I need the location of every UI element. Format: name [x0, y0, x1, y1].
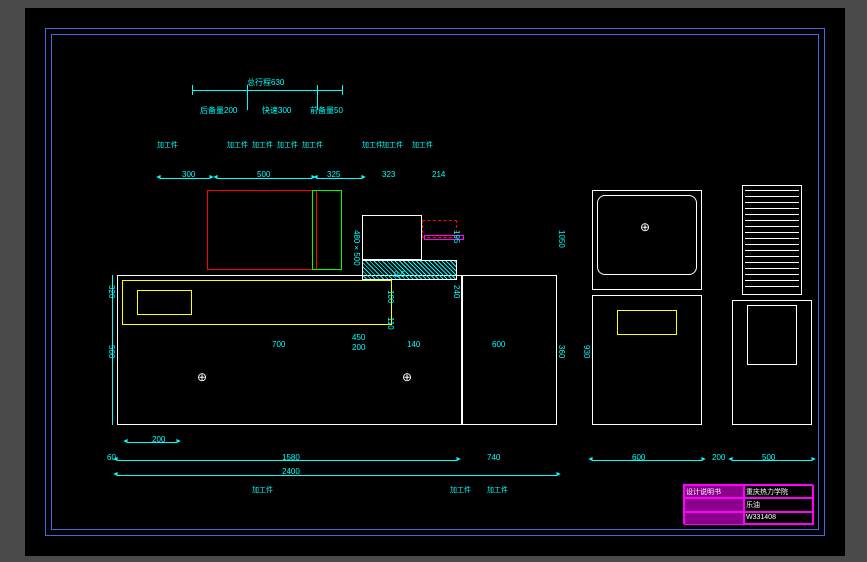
stroke-seg2: 快速300 — [262, 105, 291, 116]
stroke-title: 总行程630 — [247, 77, 284, 88]
dim-480x500: 480×500 — [352, 230, 361, 266]
drawing-frame-outer: 总行程630 后备量200 快速300 前备量50 加工件 加工件 加工件 加工… — [45, 28, 825, 536]
motor-housing — [207, 190, 317, 270]
dim-1050: 1050 — [557, 230, 566, 248]
tick — [247, 85, 248, 110]
stroke-seg1: 后备量200 — [200, 105, 237, 116]
label: 加工件 — [252, 140, 273, 150]
dim-100: 100 — [386, 290, 395, 303]
tb-code: W331408 — [744, 512, 814, 525]
aux-panel — [747, 305, 797, 365]
center-mark-icon: ⊕ — [640, 220, 650, 234]
dim-214: 214 — [432, 170, 445, 179]
tb-cell — [684, 498, 744, 512]
dim-600: 600 — [492, 340, 505, 349]
dim-323: 323 — [382, 170, 395, 179]
dimline — [217, 178, 312, 179]
stroke-seg3: 前备量50 — [310, 105, 343, 116]
dim-05: 0.5 — [394, 270, 405, 279]
label: 加工件 — [252, 485, 273, 495]
tb-school: 重庆热力学院 — [744, 485, 814, 498]
dimline — [160, 178, 210, 179]
cad-canvas: 总行程630 后备量200 快速300 前备量50 加工件 加工件 加工件 加工… — [25, 8, 845, 556]
label: 加工件 — [157, 140, 178, 150]
cylinder — [137, 290, 192, 315]
tb-cell — [684, 512, 744, 525]
center-mark-icon: ⊕ — [402, 370, 412, 384]
label: 加工件 — [487, 485, 508, 495]
tb-name: 乐油 — [744, 498, 814, 512]
dim-240: 240 — [452, 285, 461, 298]
dimline — [592, 460, 702, 461]
dim-450: 450 — [352, 333, 365, 342]
bed-section — [362, 260, 457, 280]
drawing-frame-inner: 总行程630 后备量200 快速300 前备量50 加工件 加工件 加工件 加工… — [51, 34, 819, 530]
dimline — [732, 460, 812, 461]
label: 加工件 — [450, 485, 471, 495]
dimline — [317, 178, 362, 179]
label: 加工件 — [382, 140, 403, 150]
dim-700: 700 — [272, 340, 285, 349]
label: 加工件 — [277, 140, 298, 150]
dim-195: 195 — [452, 230, 461, 243]
dim-360: 360 — [557, 345, 566, 358]
label: 加工件 — [362, 140, 383, 150]
label: 加工件 — [412, 140, 433, 150]
dimline-v — [112, 275, 113, 425]
dimline — [117, 475, 557, 476]
dim-110: 110 — [386, 317, 395, 330]
spindle-block — [362, 215, 422, 260]
title-block: 设计说明书 重庆热力学院 乐油 W331408 — [683, 484, 813, 524]
label: 加工件 — [227, 140, 248, 150]
dimline — [127, 442, 177, 443]
dim-r200: 200 — [712, 453, 725, 462]
dim-200b: 200 — [352, 343, 365, 352]
tb-proj: 设计说明书 — [684, 485, 744, 498]
side-slide — [617, 310, 677, 335]
dim-740: 740 — [487, 453, 500, 462]
dim-140: 140 — [407, 340, 420, 349]
center-mark-icon: ⊕ — [197, 370, 207, 384]
side-plate — [597, 195, 697, 275]
stroke-line — [192, 90, 342, 91]
tick — [192, 85, 193, 95]
dimline — [117, 460, 457, 461]
support-base — [462, 275, 557, 425]
dim-930: 930 — [582, 345, 591, 358]
column — [312, 190, 342, 270]
tick — [342, 85, 343, 95]
aux-grille — [745, 188, 799, 292]
label: 加工件 — [302, 140, 323, 150]
